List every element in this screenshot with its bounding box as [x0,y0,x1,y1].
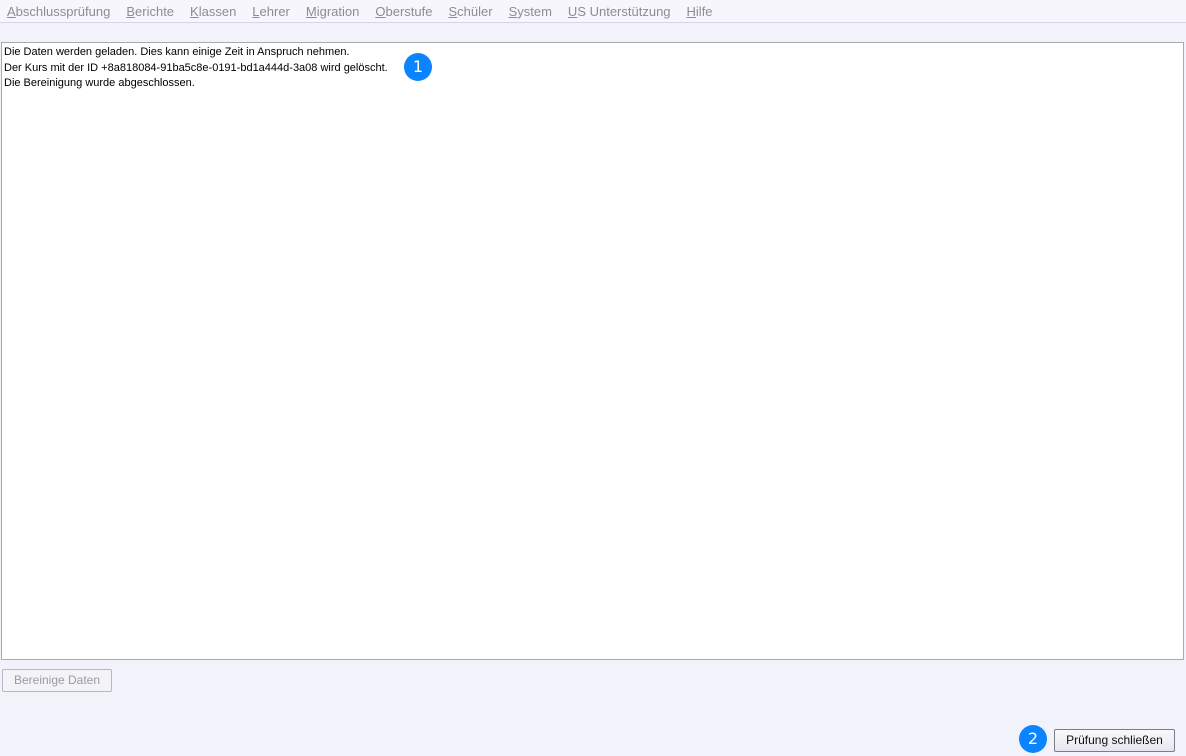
log-line: Die Bereinigung wurde abgeschlossen. [4,77,195,89]
menu-item-lehrer[interactable]: Lehrer [252,4,290,19]
log-output-area[interactable]: Die Daten werden geladen. Dies kann eini… [1,42,1184,660]
menu-item-oberstufe[interactable]: Oberstufe [375,4,432,19]
menu-item-klassen[interactable]: Klassen [190,4,236,19]
log-line: Der Kurs mit der ID +8a818084-91ba5c8e-0… [4,61,388,74]
menu-item-migration[interactable]: Migration [306,4,359,19]
menu-item-abschlusspruefung[interactable]: Abschlussprüfung [7,4,110,19]
menu-item-system[interactable]: System [509,4,552,19]
menu-item-hilfe[interactable]: Hilfe [687,4,713,19]
log-line: Die Daten werden geladen. Dies kann eini… [4,46,350,58]
menu-item-schueler[interactable]: Schüler [448,4,492,19]
menu-bar: Abschlussprüfung Berichte Klassen Lehrer… [0,0,1186,23]
callout-marker-1: 1 [404,53,432,81]
callout-marker-2: 2 [1019,725,1047,753]
close-exam-button[interactable]: Prüfung schließen [1054,729,1175,752]
menu-item-us-unterstuetzung[interactable]: US Unterstützung [568,4,671,19]
clean-data-button[interactable]: Bereinige Daten [2,669,112,692]
menu-item-berichte[interactable]: Berichte [126,4,174,19]
toolbar-strip [0,23,1186,42]
